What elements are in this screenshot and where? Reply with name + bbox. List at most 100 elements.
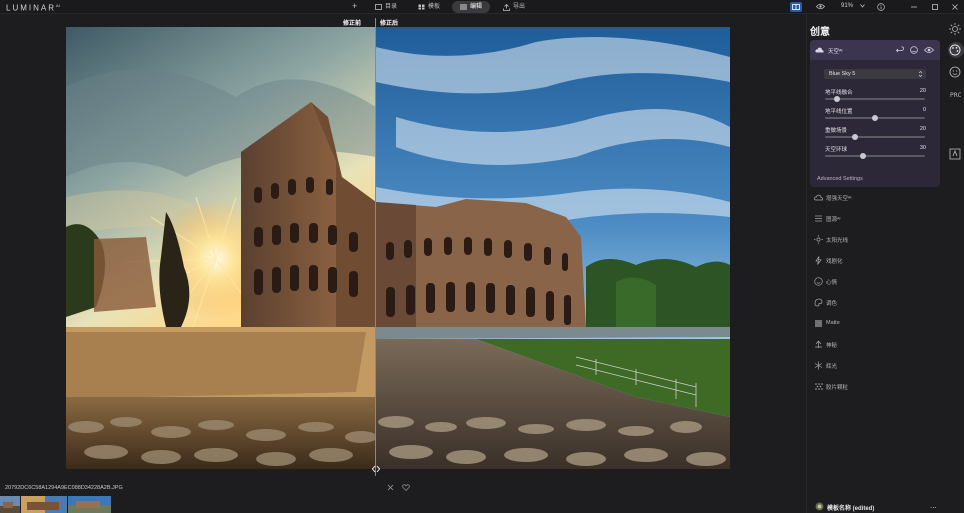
- sky-selection-dropdown[interactable]: Blue Sky 5: [824, 69, 926, 79]
- palette-icon[interactable]: [949, 44, 961, 56]
- zoom-level[interactable]: 91%: [841, 3, 853, 9]
- tool-item[interactable]: 心情: [810, 274, 940, 290]
- after-image: [376, 27, 730, 469]
- cloud-icon: [815, 47, 824, 53]
- split-handle-icon[interactable]: [372, 465, 380, 473]
- layers-icon: [815, 215, 822, 222]
- matte-icon: [815, 320, 822, 327]
- slider-label: 重做场景: [825, 128, 848, 134]
- relight-scene-slider[interactable]: [825, 134, 925, 140]
- more-options-button[interactable]: ...: [930, 501, 937, 510]
- svg-text:PRO: PRO: [950, 92, 961, 99]
- filmstrip-thumbnail[interactable]: [21, 496, 67, 513]
- slider-label: 地平线融合: [825, 90, 853, 96]
- visibility-toggle-icon[interactable]: [924, 46, 934, 54]
- tool-item[interactable]: 调色: [810, 295, 940, 311]
- tool-item-label: 戏剧化: [826, 259, 843, 265]
- tool-item-label: 神秘: [826, 343, 838, 349]
- before-image: [66, 27, 376, 469]
- chevron-updown-icon: [918, 71, 923, 77]
- mask-icon[interactable]: [910, 46, 918, 54]
- tool-item-label: Matte: [826, 320, 840, 326]
- before-label: 修正前: [343, 21, 362, 27]
- tool-item[interactable]: Matte: [810, 316, 940, 332]
- sky-ai-tool-card: 天空ᴬᴵ Blue Sky 5 地平线融合 20 地平线位置 0 重做场景 20…: [810, 40, 940, 187]
- tab-catalog[interactable]: 目录: [375, 1, 397, 13]
- split-divider[interactable]: [375, 18, 376, 476]
- top-toolbar: LUMINARAI + 目录 模板 编辑 导出 91%: [0, 0, 964, 14]
- tab-templates[interactable]: 模板: [418, 1, 440, 13]
- horizon-blending-slider[interactable]: [825, 96, 925, 102]
- eye-icon[interactable]: [816, 3, 825, 10]
- tool-item[interactable]: 戏剧化: [810, 253, 940, 269]
- tool-item[interactable]: 增强天空ᴬᴵ: [810, 190, 940, 206]
- sky-global-slider[interactable]: [825, 153, 925, 159]
- info-icon[interactable]: [877, 3, 885, 11]
- filmstrip-thumbnail[interactable]: [0, 496, 20, 513]
- slider-handle[interactable]: [852, 134, 858, 140]
- grain-icon: [815, 383, 823, 390]
- slider-label: 地平线位置: [825, 109, 853, 115]
- tool-item-label: 胶片颗粒: [826, 385, 849, 391]
- tab-edit[interactable]: 编辑: [452, 1, 491, 13]
- palette-icon: [814, 298, 823, 307]
- slider-handle[interactable]: [872, 115, 878, 121]
- portrait-icon[interactable]: [949, 66, 961, 78]
- tool-item[interactable]: 太阳光线: [810, 232, 940, 248]
- chevron-down-icon[interactable]: [860, 4, 865, 8]
- filmstrip-thumbnail[interactable]: [68, 496, 111, 513]
- slider-value[interactable]: 0: [923, 107, 926, 113]
- pro-icon[interactable]: PRO: [949, 88, 961, 100]
- sliders-icon: [460, 4, 467, 10]
- sky-ai-title: 天空ᴬᴵ: [828, 49, 843, 55]
- slider-value[interactable]: 20: [920, 88, 926, 94]
- tool-item[interactable]: 辉光: [810, 358, 940, 374]
- sky-selection-value: Blue Sky 5: [829, 71, 856, 77]
- tool-item-label: 调色: [826, 301, 838, 307]
- tool-item-label: 增强天空ᴬᴵ: [826, 196, 852, 202]
- sun-rays-icon: [814, 235, 823, 244]
- split-view-icon: [792, 4, 800, 10]
- slider-handle[interactable]: [860, 153, 866, 159]
- tool-item[interactable]: 神秘: [810, 337, 940, 353]
- sun-icon[interactable]: [949, 23, 961, 35]
- mystic-icon: [815, 340, 822, 348]
- mood-icon: [814, 277, 823, 286]
- tool-item-label: 辉光: [826, 364, 838, 370]
- catalog-icon: [375, 4, 382, 10]
- tool-item[interactable]: 胶片颗粒: [810, 379, 940, 395]
- layers-panel-icon[interactable]: [949, 148, 961, 160]
- app-logo: LUMINARAI: [6, 3, 60, 13]
- slider-value[interactable]: 20: [920, 126, 926, 132]
- compare-toggle-button[interactable]: [790, 2, 802, 12]
- undo-icon[interactable]: [896, 46, 904, 54]
- preset-thumbnail-icon: [815, 502, 824, 511]
- sky-ai-header[interactable]: 天空ᴬᴵ: [810, 40, 940, 60]
- bolt-icon: [815, 256, 822, 265]
- tool-item-label: 太阳光线: [826, 238, 849, 244]
- minimize-icon[interactable]: [911, 6, 917, 8]
- tool-item-label: 心情: [826, 280, 838, 286]
- slider-value[interactable]: 30: [920, 145, 926, 151]
- after-label: 修正后: [380, 21, 399, 27]
- horizon-position-slider[interactable]: [825, 115, 925, 121]
- slider-handle[interactable]: [834, 96, 840, 102]
- cloud-icon: [814, 194, 823, 201]
- templates-icon: [418, 4, 425, 10]
- panel-title: 创意: [810, 27, 830, 38]
- close-icon[interactable]: [952, 4, 958, 10]
- advanced-settings-link[interactable]: Advanced Settings: [817, 176, 863, 182]
- slider-label: 天空环球: [825, 147, 848, 153]
- glow-icon: [814, 361, 823, 370]
- export-icon: [503, 3, 510, 11]
- reject-icon[interactable]: [387, 484, 394, 491]
- file-name: 20792DC6C58A1294A9EC088D34228A2B.JPG: [5, 485, 123, 491]
- tool-item-label: 图源ᴬᴵ: [826, 217, 841, 223]
- photo-canvas[interactable]: [66, 27, 730, 469]
- heart-icon[interactable]: [402, 484, 410, 491]
- maximize-icon[interactable]: [932, 4, 938, 10]
- tool-item[interactable]: 图源ᴬᴵ: [810, 211, 940, 227]
- tab-export[interactable]: 导出: [503, 1, 525, 13]
- preset-name[interactable]: 模板名称 (edited): [827, 503, 874, 512]
- add-button[interactable]: +: [352, 0, 357, 12]
